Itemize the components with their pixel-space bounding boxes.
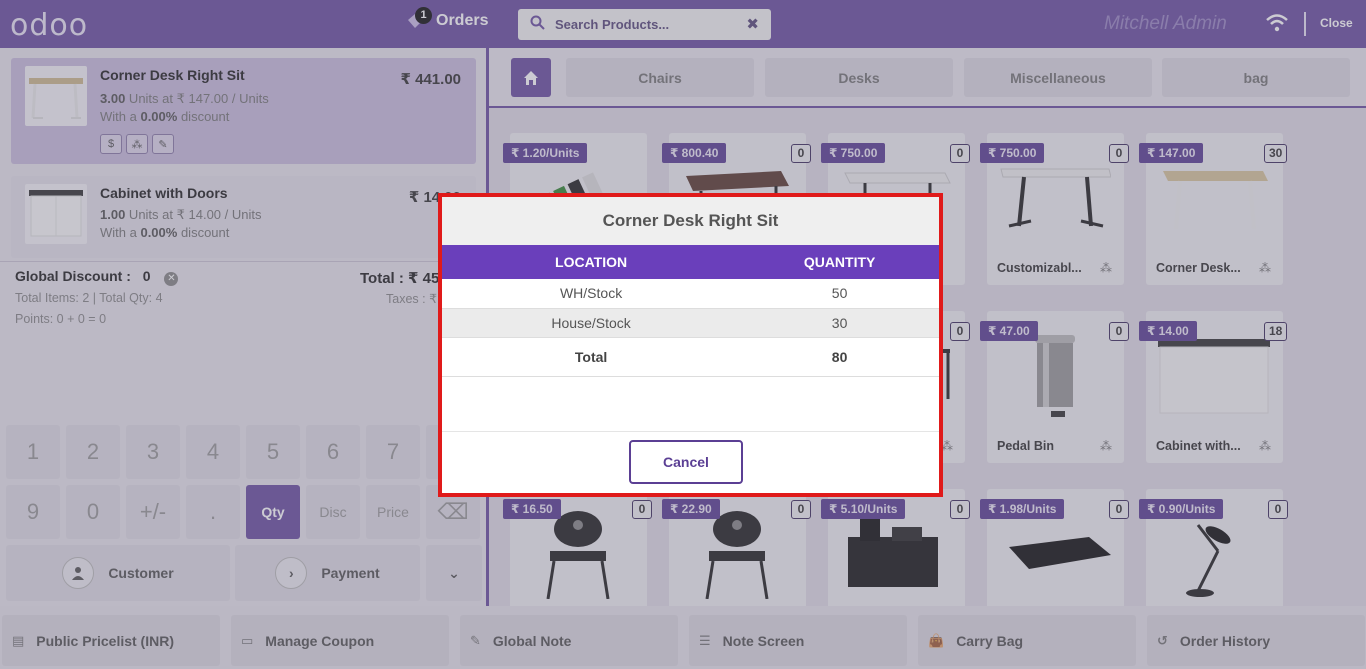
dialog-footer: Cancel [442,431,939,497]
dialog-title: Corner Desk Right Sit [442,197,939,245]
column-quantity: QUANTITY [740,245,939,279]
table-row: WH/Stock 50 [442,279,939,309]
total-value: 80 [740,337,939,377]
cancel-button[interactable]: Cancel [629,440,743,484]
quantity-cell: 50 [740,279,939,309]
table-row: House/Stock 30 [442,308,939,338]
stock-location-dialog: Corner Desk Right Sit LOCATION QUANTITY … [438,193,943,497]
location-cell: WH/Stock [442,279,741,309]
location-cell: House/Stock [442,308,741,338]
total-row: Total 80 [442,337,939,377]
stock-table: LOCATION QUANTITY WH/Stock 50 House/Stoc… [442,245,939,377]
total-label: Total [442,337,741,377]
quantity-cell: 30 [740,308,939,338]
column-location: LOCATION [442,245,741,279]
